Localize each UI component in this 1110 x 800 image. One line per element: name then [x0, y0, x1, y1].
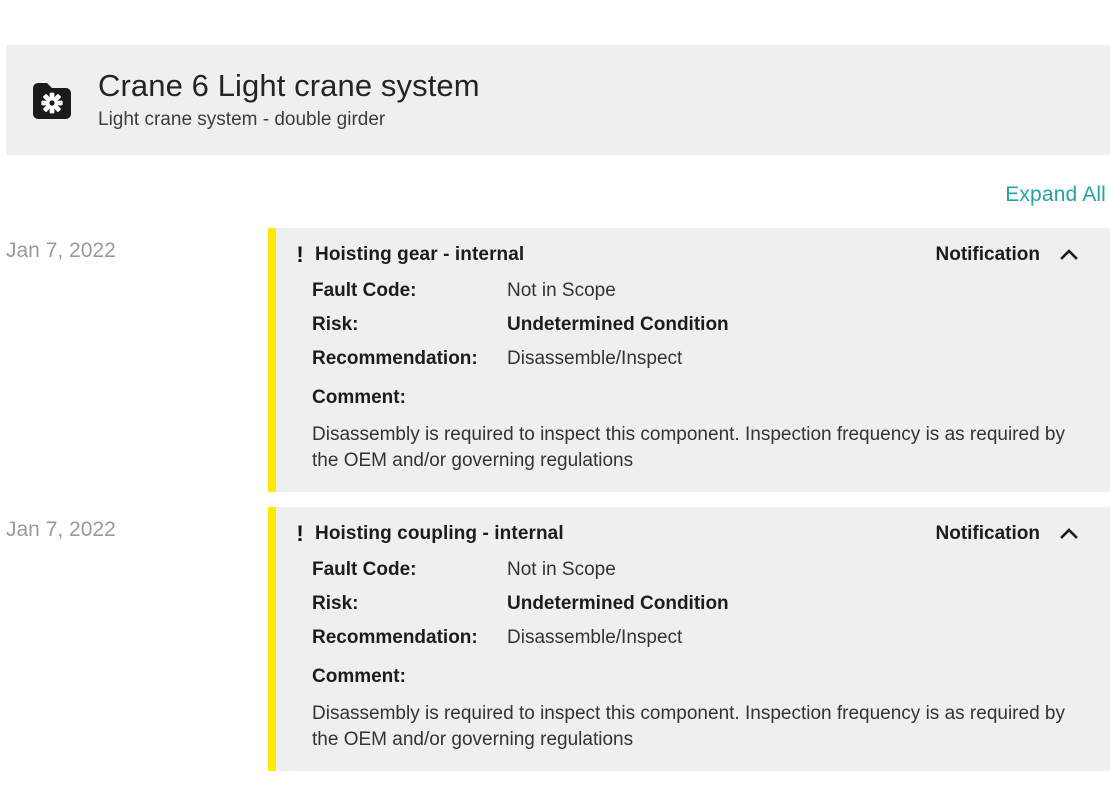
field-recommendation: Recommendation: Disassemble/Inspect [312, 346, 1080, 371]
field-risk: Risk: Undetermined Condition [312, 312, 1080, 337]
finding-card-header-right: Notification [936, 243, 1081, 267]
severity-bar [268, 507, 276, 771]
field-label: Recommendation: [312, 348, 478, 369]
severity-bar [268, 228, 276, 492]
field-fault-code: Fault Code: Not in Scope [312, 557, 1080, 582]
field-value: Not in Scope [507, 280, 616, 301]
finding-card-header[interactable]: ! Hoisting coupling - internal Notificat… [296, 519, 1081, 549]
field-value: Disassemble/Inspect [507, 348, 683, 369]
asset-header: Crane 6 Light crane system Light crane s… [6, 45, 1110, 155]
finding-title: Hoisting gear - internal [315, 244, 525, 265]
field-value: Undetermined Condition [507, 593, 729, 614]
finding-fields: Fault Code: Not in Scope Risk: Undetermi… [312, 557, 1080, 753]
inspection-findings-page: Crane 6 Light crane system Light crane s… [0, 0, 1110, 800]
exclamation-icon: ! [296, 242, 304, 267]
field-value: Undetermined Condition [507, 314, 729, 335]
list-item: Jan 7, 2022 ! Hoisting gear - internal N… [0, 228, 1110, 492]
field-value: Disassemble/Inspect [507, 627, 683, 648]
expand-all-link[interactable]: Expand All [1005, 183, 1106, 207]
list-item: Jan 7, 2022 ! Hoisting coupling - intern… [0, 507, 1110, 771]
field-label-comment: Comment: [312, 666, 406, 687]
finding-card-header[interactable]: ! Hoisting gear - internal Notification [296, 240, 1081, 270]
field-label: Risk: [312, 593, 359, 614]
exclamation-icon: ! [296, 521, 304, 546]
field-label: Fault Code: [312, 559, 417, 580]
chevron-up-icon[interactable] [1058, 523, 1080, 545]
field-fault-code: Fault Code: Not in Scope [312, 278, 1080, 303]
finding-card[interactable]: ! Hoisting gear - internal Notification … [268, 228, 1110, 492]
folder-gear-icon [28, 77, 76, 125]
comment-text: Disassembly is required to inspect this … [312, 424, 1065, 471]
field-risk: Risk: Undetermined Condition [312, 591, 1080, 616]
comment-text: Disassembly is required to inspect this … [312, 703, 1065, 750]
asset-subtitle: Light crane system - double girder [98, 109, 386, 130]
entry-date: Jan 7, 2022 [6, 518, 116, 541]
field-label: Recommendation: [312, 627, 478, 648]
field-label: Risk: [312, 314, 359, 335]
finding-title: Hoisting coupling - internal [315, 523, 564, 544]
finding-fields: Fault Code: Not in Scope Risk: Undetermi… [312, 278, 1080, 474]
finding-card-header-right: Notification [936, 522, 1081, 546]
status-badge: Notification [935, 523, 1041, 544]
field-label-comment: Comment: [312, 387, 406, 408]
toolbar: Expand All [0, 176, 1110, 214]
entry-date: Jan 7, 2022 [6, 239, 116, 262]
asset-text-block: Crane 6 Light crane system Light crane s… [98, 68, 480, 132]
field-label: Fault Code: [312, 280, 417, 301]
page-title: Crane 6 Light crane system [98, 68, 480, 103]
chevron-up-icon[interactable] [1058, 244, 1080, 266]
field-value: Not in Scope [507, 559, 616, 580]
findings-timeline: Jan 7, 2022 ! Hoisting gear - internal N… [0, 228, 1110, 786]
finding-card[interactable]: ! Hoisting coupling - internal Notificat… [268, 507, 1110, 771]
status-badge: Notification [935, 244, 1041, 265]
field-recommendation: Recommendation: Disassemble/Inspect [312, 625, 1080, 650]
